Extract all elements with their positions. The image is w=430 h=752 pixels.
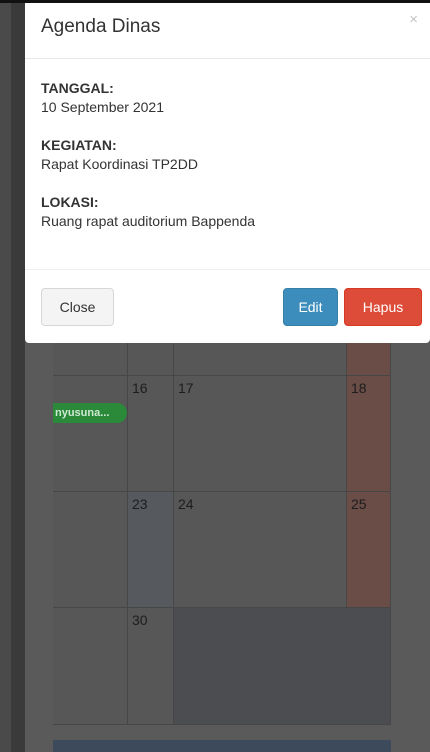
field-location-label: LOKASI: (41, 194, 99, 210)
day-number: 30 (132, 612, 148, 628)
field-date-value: 10 September 2021 (41, 99, 164, 115)
field-activity-value: Rapat Koordinasi TP2DD (41, 156, 198, 172)
field-date: TANGGAL: 10 September 2021 (41, 79, 164, 117)
calendar-event[interactable]: nyusuna... (53, 403, 127, 423)
calendar-day-cell[interactable] (53, 376, 128, 492)
calendar-day-cell[interactable] (53, 492, 128, 608)
calendar-day-cell-holiday[interactable]: 25 (347, 492, 391, 608)
calendar-day-cell[interactable] (53, 608, 128, 725)
day-number: 17 (178, 380, 194, 396)
modal-footer: Close Edit Hapus (25, 269, 430, 343)
modal-header: Agenda Dinas × (25, 3, 430, 59)
close-button[interactable]: Close (41, 288, 114, 326)
field-activity-label: KEGIATAN: (41, 137, 117, 153)
day-number: 16 (132, 380, 148, 396)
calendar-day-cell[interactable]: 30 (128, 608, 174, 725)
close-icon[interactable]: × (409, 11, 418, 28)
field-activity: KEGIATAN: Rapat Koordinasi TP2DD (41, 136, 198, 174)
delete-button[interactable]: Hapus (344, 288, 422, 326)
field-location: LOKASI: Ruang rapat auditorium Bappenda (41, 193, 255, 231)
calendar-day-cell[interactable]: 17 (174, 376, 347, 492)
day-number: 25 (351, 496, 367, 512)
edit-button[interactable]: Edit (283, 288, 338, 326)
day-number: 24 (178, 496, 194, 512)
field-date-label: TANGGAL: (41, 80, 114, 96)
field-location-value: Ruang rapat auditorium Bappenda (41, 213, 256, 229)
calendar-day-cell[interactable]: 16 (128, 376, 174, 492)
calendar-empty-area (174, 608, 391, 725)
sidebar-strip (11, 3, 25, 752)
calendar-day-cell-holiday[interactable]: 18 (347, 376, 391, 492)
modal-title: Agenda Dinas (41, 16, 161, 37)
day-number: 23 (132, 496, 148, 512)
calendar-day-cell[interactable]: 24 (174, 492, 347, 608)
day-number: 18 (351, 380, 367, 396)
calendar-day-cell[interactable]: 23 (128, 492, 174, 608)
agenda-modal: Agenda Dinas × TANGGAL: 10 September 202… (25, 3, 430, 343)
calendar-footer-bar (53, 740, 391, 752)
